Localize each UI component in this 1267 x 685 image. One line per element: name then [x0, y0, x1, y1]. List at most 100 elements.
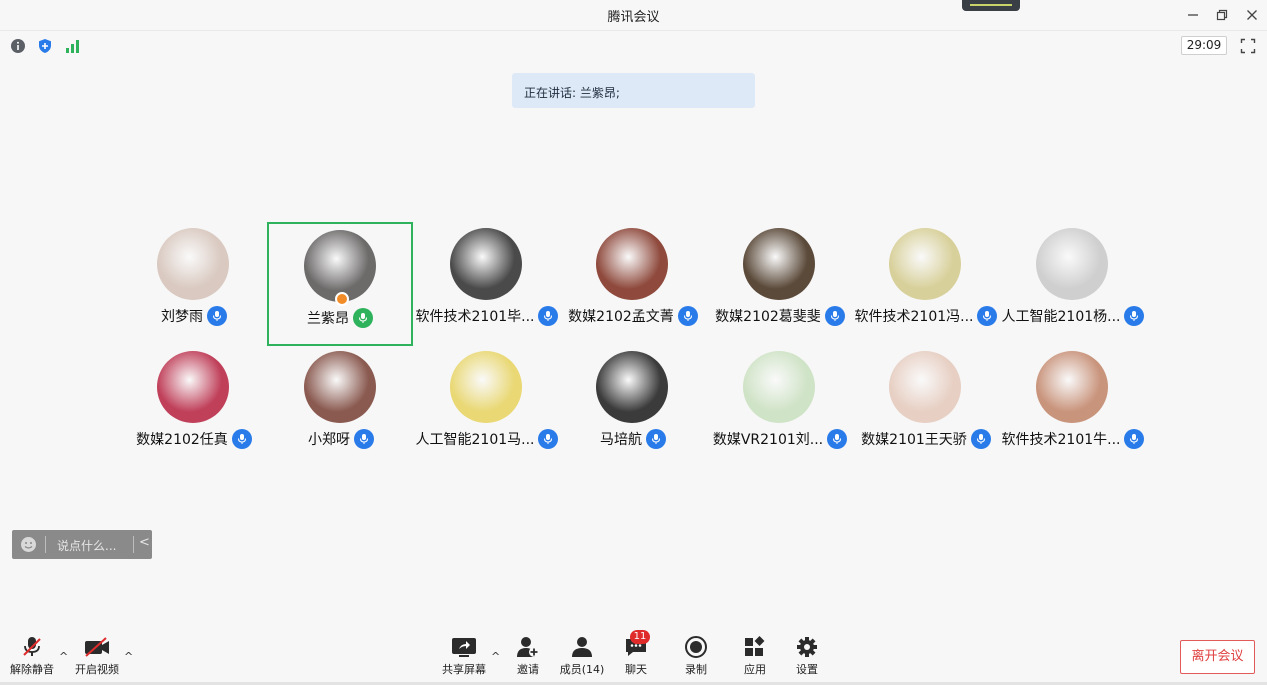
participant-tile[interactable]: 数媒2102孟文菁: [560, 222, 706, 346]
mic-icon: [1124, 306, 1145, 326]
invite-label: 邀请: [517, 663, 539, 676]
participant-tile[interactable]: 小郑呀: [268, 345, 414, 469]
mic-icon: [646, 429, 666, 449]
leave-meeting-button[interactable]: 离开会议: [1180, 640, 1255, 674]
mic-icon: [354, 429, 374, 449]
participant-tile[interactable]: 数媒2102葛斐斐: [707, 222, 853, 346]
audio-options-caret[interactable]: ^: [59, 650, 68, 663]
share-screen-button[interactable]: 共享屏幕: [441, 636, 487, 677]
speaking-indicator: 正在讲话: 兰紫昂;: [512, 73, 755, 108]
participant-name-row: 软件技术2101冯...: [853, 306, 999, 326]
minimize-icon[interactable]: [1185, 7, 1201, 23]
mic-icon: [207, 306, 227, 326]
settings-label: 设置: [796, 663, 818, 676]
apps-button[interactable]: 应用: [735, 636, 775, 677]
emoji-icon[interactable]: [20, 536, 37, 553]
members-button[interactable]: 成员(14): [558, 636, 606, 677]
participant-name: 马培航: [600, 432, 642, 448]
avatar: [596, 351, 668, 423]
participant-tile[interactable]: 马培航: [560, 345, 706, 469]
invite-button[interactable]: 邀请: [508, 636, 548, 677]
avatar: [304, 351, 376, 423]
participant-name-row: 人工智能2101杨...: [1000, 306, 1146, 326]
members-label: 成员(14): [559, 663, 605, 676]
participant-name-row: 数媒2101王天骄: [853, 429, 999, 449]
mic-icon: [231, 429, 252, 449]
host-badge: [335, 292, 349, 306]
participant-name: 数媒2102任真: [136, 432, 228, 448]
participant-tile[interactable]: 数媒2101王天骄: [853, 345, 999, 469]
record-button[interactable]: 录制: [676, 636, 716, 677]
avatar: [743, 351, 815, 423]
add-user-icon: [517, 637, 539, 657]
mic-muted-icon: [23, 637, 41, 656]
participant-tile[interactable]: 兰紫昂: [267, 222, 413, 346]
participant-tile[interactable]: 人工智能2101杨...: [1000, 222, 1146, 346]
avatar: [596, 228, 668, 300]
participant-name-row: 兰紫昂: [269, 308, 411, 328]
avatar: [1036, 351, 1108, 423]
participant-tile[interactable]: 软件技术2101牛...: [1000, 345, 1146, 469]
participant-name: 数媒2102孟文菁: [568, 309, 674, 325]
meeting-toolbar: 解除静音 ^ 开启视频 ^ 共享屏幕 ^ 邀请 成员(14) 11 聊天 录制 …: [0, 628, 1267, 685]
shield-icon[interactable]: [37, 38, 53, 54]
share-options-caret[interactable]: ^: [491, 650, 500, 663]
participant-tile[interactable]: 数媒VR2101刘...: [707, 345, 853, 469]
status-bar: 29:09: [0, 30, 1267, 60]
participant-name-row: 软件技术2101毕...: [414, 306, 560, 326]
chat-button[interactable]: 11 聊天: [616, 630, 656, 677]
chat-placeholder: 说点什么...: [57, 539, 117, 553]
collapse-chat-icon[interactable]: <: [139, 535, 150, 550]
participant-name: 数媒2102葛斐斐: [715, 309, 821, 325]
unread-badge: 11: [630, 630, 650, 644]
participant-name: 刘梦雨: [161, 309, 203, 325]
apps-icon: [745, 636, 765, 656]
gear-icon: [797, 637, 817, 657]
mic-icon: [538, 306, 559, 326]
participant-name-row: 数媒VR2101刘...: [707, 429, 853, 449]
fullscreen-icon[interactable]: [1240, 38, 1256, 54]
participant-name: 软件技术2101牛...: [1001, 432, 1121, 448]
settings-button[interactable]: 设置: [787, 636, 827, 677]
mic-icon: [1124, 429, 1145, 449]
avatar: [1036, 228, 1108, 300]
info-icon[interactable]: [10, 38, 26, 54]
restore-icon[interactable]: [1214, 7, 1230, 23]
participant-tile[interactable]: 软件技术2101毕...: [414, 222, 560, 346]
start-video-label: 开启视频: [75, 663, 119, 676]
unmute-label: 解除静音: [10, 663, 54, 676]
participant-name: 兰紫昂: [307, 311, 349, 327]
camera-off-icon: [85, 637, 109, 657]
close-icon[interactable]: [1244, 7, 1260, 23]
participant-tile[interactable]: 刘梦雨: [121, 222, 267, 346]
members-icon: [572, 637, 592, 657]
participant-tile[interactable]: 人工智能2101马...: [414, 345, 560, 469]
share-screen-icon: [452, 638, 476, 657]
share-screen-label: 共享屏幕: [442, 663, 486, 676]
mic-icon: [977, 306, 998, 326]
chat-divider: [133, 536, 134, 553]
signal-icon[interactable]: [65, 38, 81, 54]
video-options-caret[interactable]: ^: [124, 650, 133, 663]
participant-name-row: 数媒2102任真: [121, 429, 267, 449]
record-icon: [685, 636, 707, 658]
avatar: [889, 351, 961, 423]
avatar: [450, 351, 522, 423]
participant-name-row: 人工智能2101马...: [414, 429, 560, 449]
participant-name-row: 小郑呀: [268, 429, 414, 449]
avatar: [889, 228, 961, 300]
chat-divider: [45, 536, 46, 553]
chat-input[interactable]: 说点什么... <: [12, 530, 152, 559]
participant-tile[interactable]: 软件技术2101冯...: [853, 222, 999, 346]
chat-label: 聊天: [625, 663, 647, 676]
participant-name: 人工智能2101杨...: [1001, 309, 1121, 325]
participant-tile[interactable]: 数媒2102任真: [121, 345, 267, 469]
participant-name-row: 刘梦雨: [121, 306, 267, 326]
mic-speaking-icon: [353, 308, 373, 328]
start-video-button[interactable]: 开启视频: [74, 636, 120, 677]
mic-icon: [538, 429, 559, 449]
apps-label: 应用: [744, 663, 766, 676]
mic-icon: [677, 306, 698, 326]
participant-name-row: 数媒2102孟文菁: [560, 306, 706, 326]
unmute-button[interactable]: 解除静音: [9, 636, 55, 677]
